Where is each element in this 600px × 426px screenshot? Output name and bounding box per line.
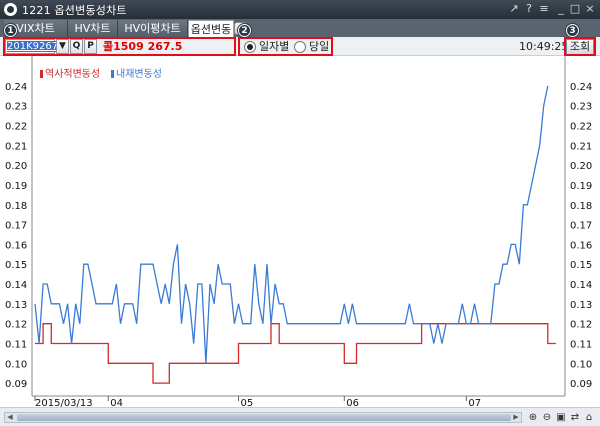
badge-1: 1 [4, 24, 17, 37]
y-tick-label-left: 0.24 [5, 82, 27, 93]
bottom-bar: ◀ ▶ ⊕ ⊖ ▣ ⇄ ⌂ [0, 407, 600, 426]
menu-icon[interactable]: ≡ [537, 2, 551, 16]
y-axis-right: 0.09 0.10 0.11 0.12 0.13 0.14 0.15 0.16 0.17 0.18… [564, 56, 592, 396]
scroll-left-arrow-icon[interactable]: ◀ [5, 413, 15, 422]
tab-option-volatility[interactable]: 옵션변동 [188, 20, 234, 37]
y-tick-label-left: 0.22 [5, 122, 27, 133]
maximize-icon[interactable]: □ [569, 2, 581, 16]
y-tick-label-right: 0.10 [570, 359, 592, 370]
current-time: 10:49:25 [519, 40, 569, 53]
zoom-in-icon[interactable]: ⊕ [527, 411, 539, 424]
y-tick-label-left: 0.21 [5, 141, 27, 152]
y-tick-label-left: 0.15 [5, 260, 27, 271]
chart-area: 0.09 0.10 0.11 0.12 0.13 0.14 0.15 0.16 0.17 0.18… [0, 56, 600, 409]
y-axis-left: 0.09 0.10 0.11 0.12 0.13 0.14 0.15 0.16 0.17 0.18… [5, 56, 33, 396]
y-tick-label-left: 0.12 [5, 320, 27, 331]
badge-2: 2 [238, 24, 251, 37]
window-title: 1221 옵션변동성차트 [22, 4, 127, 17]
legend-iv: 내재변동성 [116, 68, 162, 80]
y-tick-label-left: 0.09 [5, 379, 27, 390]
y-tick-label-right: 0.09 [570, 379, 592, 390]
scroll-right-arrow-icon[interactable]: ▶ [511, 413, 521, 422]
series-line-historical-volatility [35, 323, 556, 384]
highlight-box-3 [564, 37, 596, 56]
y-tick-label-left: 0.23 [5, 102, 27, 113]
close-icon[interactable]: × [584, 2, 596, 16]
y-tick-label-right: 0.16 [570, 240, 592, 251]
toolbar: 201K9267 ▼ Q P 콜1509 267.5 일자별 당일 10:49:… [0, 37, 600, 56]
y-tick-label-left: 0.10 [5, 359, 27, 370]
tab-hv-chart[interactable]: HV차트 [68, 20, 118, 37]
y-tick-label-left: 0.18 [5, 201, 27, 212]
horizontal-scrollbar[interactable]: ◀ ▶ [4, 412, 522, 423]
y-tick-label-right: 0.19 [570, 181, 592, 192]
y-tick-label-left: 0.20 [5, 161, 27, 172]
y-tick-label-right: 0.22 [570, 122, 592, 133]
volatility-chart: 0.09 0.10 0.11 0.12 0.13 0.14 0.15 0.16 0.17 0.18… [5, 56, 592, 409]
zoom-out-icon[interactable]: ⊖ [541, 411, 553, 424]
y-tick-label-left: 0.13 [5, 300, 27, 311]
y-tick-label-left: 0.17 [5, 221, 27, 232]
y-tick-label-right: 0.11 [570, 339, 592, 350]
legend-hv: 역사적변동성 [45, 68, 100, 80]
y-tick-label-right: 0.15 [570, 260, 592, 271]
y-tick-label-left: 0.19 [5, 181, 27, 192]
y-tick-label-left: 0.16 [5, 240, 27, 251]
scroll-thumb[interactable] [17, 414, 511, 421]
y-tick-label-right: 0.21 [570, 141, 592, 152]
zoom-fit-icon[interactable]: ▣ [555, 411, 567, 424]
reset-view-icon[interactable]: ⌂ [583, 411, 595, 424]
pan-icon[interactable]: ⇄ [569, 411, 581, 424]
minimize-icon[interactable]: _ [555, 2, 567, 16]
legend-marker-hv [40, 70, 43, 78]
tab-bar: VIX차트 HV차트 HV이평차트 옵션변동 [0, 19, 600, 37]
y-tick-label-left: 0.11 [5, 339, 27, 350]
legend: 역사적변동성 내재변동성 [40, 68, 162, 80]
y-tick-label-left: 0.14 [5, 280, 27, 291]
badge-3: 3 [566, 24, 579, 37]
app-logo-icon [4, 3, 17, 16]
highlight-box-1 [3, 37, 236, 56]
y-tick-label-right: 0.14 [570, 280, 592, 291]
highlight-box-2 [238, 37, 333, 56]
y-tick-label-right: 0.23 [570, 102, 592, 113]
legend-marker-iv [111, 70, 114, 78]
series-line-implied-volatility [34, 85, 549, 364]
pin-icon[interactable]: ↗ [508, 2, 520, 16]
y-tick-label-right: 0.20 [570, 161, 592, 172]
y-tick-label-right: 0.18 [570, 201, 592, 212]
tab-hv-avg-chart[interactable]: HV이평차트 [118, 20, 188, 37]
help-icon[interactable]: ? [523, 2, 535, 16]
y-tick-label-right: 0.13 [570, 300, 592, 311]
y-tick-label-right: 0.17 [570, 221, 592, 232]
y-tick-label-right: 0.24 [570, 82, 592, 93]
y-tick-label-right: 0.12 [570, 320, 592, 331]
title-bar: 1221 옵션변동성차트 ↗ ? ≡ _ □ × [0, 0, 600, 19]
series-group [34, 85, 556, 384]
